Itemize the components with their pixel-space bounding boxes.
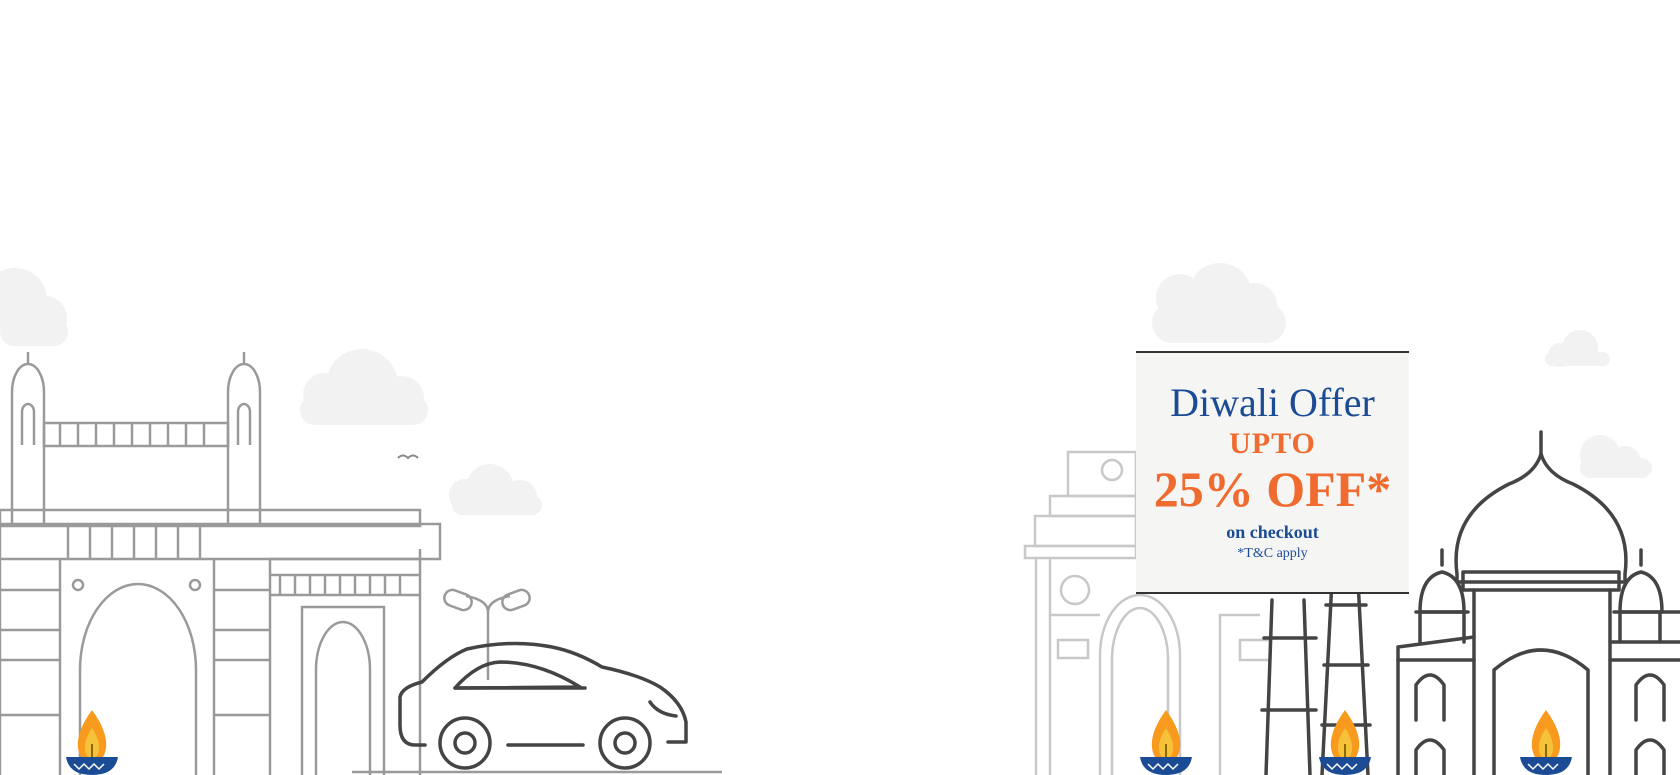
cloud-icon [449,464,542,515]
offer-title: Diwali Offer [1170,380,1375,425]
diwali-banner-illustration [0,263,1680,775]
diya-lamp-icon [66,710,118,775]
diya-lamp-icon [1520,710,1572,775]
cloud-icon [300,349,428,425]
offer-terms-link[interactable]: *T&C apply [1136,545,1409,563]
diwali-offer-card[interactable]: Diwali Offer UPTO 25% OFF* on checkout *… [1136,351,1409,594]
cloud-icon [1580,435,1652,478]
car-icon [398,641,688,770]
offer-checkout-text: on checkout [1226,522,1319,542]
cloud-icon [0,268,68,346]
bird-icon [397,454,419,460]
diya-lamp-icon [1140,710,1192,775]
cloud-icon [1545,330,1610,367]
cloud-icon [1152,263,1286,343]
offer-upto-label: UPTO [1229,427,1316,460]
offer-discount: 25% OFF* [1153,461,1392,517]
diya-lamp-icon [1319,710,1371,775]
